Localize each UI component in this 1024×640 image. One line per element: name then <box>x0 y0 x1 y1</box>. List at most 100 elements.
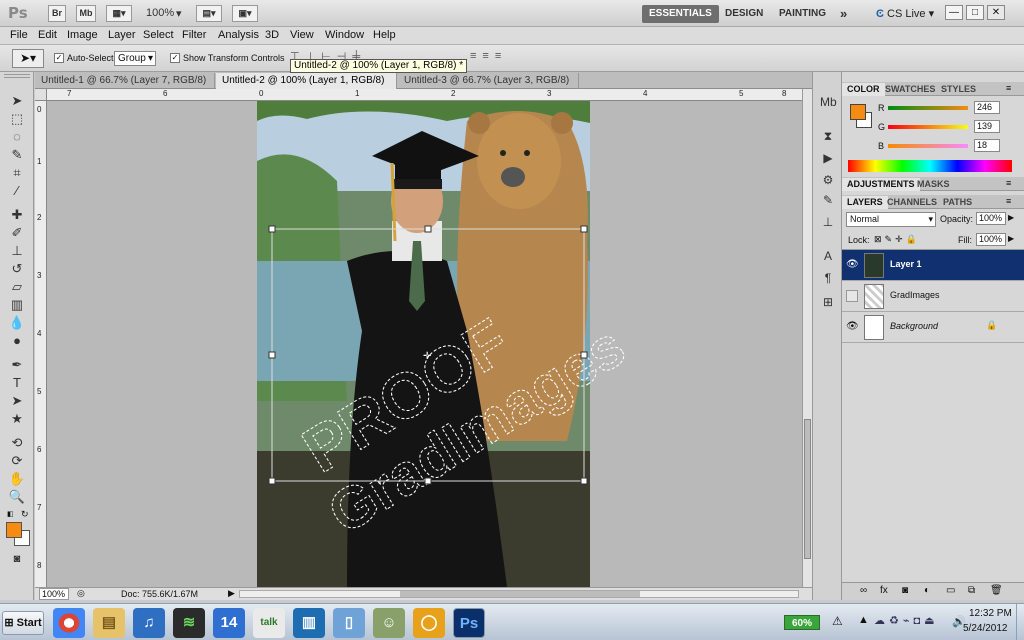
bridge-button[interactable]: Br <box>48 5 66 22</box>
tab-masks[interactable]: MASKS <box>912 178 955 191</box>
menu-help[interactable]: Help <box>373 29 396 41</box>
calendar-icon[interactable]: 14 <box>213 608 245 638</box>
adjustment-layer-icon[interactable]: ◐ <box>924 585 930 596</box>
horizontal-ruler[interactable]: 0 1 2 3 4 5 6 7 8 <box>47 89 802 101</box>
zoom-dropdown-icon[interactable]: ▾ <box>176 7 182 20</box>
horizontal-scrollbar[interactable] <box>239 590 799 598</box>
notes-app-icon[interactable]: ▯ <box>333 608 365 638</box>
tab-layers[interactable]: LAYERS <box>842 196 888 209</box>
panel-menu-icon[interactable]: ≡ <box>1006 196 1011 206</box>
show-hidden-icons[interactable]: ▲ <box>858 614 869 626</box>
tab-channels[interactable]: CHANNELS <box>882 196 942 209</box>
arrange-documents-button[interactable]: ▤▾ <box>196 5 222 22</box>
menu-3d[interactable]: 3D <box>265 29 279 41</box>
menu-analysis[interactable]: Analysis <box>218 29 259 41</box>
blur-tool-icon[interactable]: 💧 <box>8 314 26 332</box>
panel-menu-icon[interactable]: ≡ <box>1006 178 1011 188</box>
visibility-toggle[interactable] <box>846 290 858 302</box>
document-size[interactable]: Doc: 755.6K/1.67M <box>121 589 198 599</box>
layer-row-background[interactable]: 👁 Background 🔒 <box>842 312 1024 343</box>
history-brush-tool-icon[interactable]: ↺ <box>8 260 26 278</box>
crop-tool-icon[interactable]: ⌗ <box>8 164 26 182</box>
maximize-button[interactable]: □ <box>966 5 984 20</box>
photoshop-taskbar-icon[interactable]: Ps <box>453 608 485 638</box>
norton-icon[interactable]: ◯ <box>413 608 445 638</box>
dodge-tool-icon[interactable]: ● <box>8 332 26 350</box>
tab-styles[interactable]: STYLES <box>936 83 981 96</box>
opacity-field[interactable]: 100% <box>976 212 1006 225</box>
tab-untitled-2[interactable]: Untitled-2 @ 100% (Layer 1, RGB/8) *⊠ <box>216 73 397 101</box>
file-explorer-icon[interactable]: ▤ <box>93 608 125 638</box>
mini-bridge-icon[interactable]: Mb <box>820 94 837 110</box>
distribute-buttons-group[interactable]: ≡≡≡ <box>470 50 560 64</box>
status-icon[interactable]: ◎ <box>77 588 85 599</box>
start-button[interactable]: ⊞ Start <box>2 611 44 635</box>
more-workspaces-button[interactable]: » <box>833 5 854 23</box>
menu-filter[interactable]: Filter <box>182 29 206 41</box>
swap-colors-icon[interactable]: ↻ <box>21 509 29 520</box>
menu-window[interactable]: Window <box>325 29 364 41</box>
layer-row-gradimages[interactable]: GradImages <box>842 281 1024 312</box>
tool-presets-icon[interactable]: ⚙ <box>820 172 836 188</box>
layer-name[interactable]: GradImages <box>890 290 940 300</box>
screen-mode-button[interactable]: ▣▾ <box>232 5 258 22</box>
layer-style-icon[interactable]: fx <box>880 585 888 596</box>
pen-tool-icon[interactable]: ✒ <box>8 356 26 374</box>
tool-preset-picker[interactable]: ➤▾ <box>12 49 44 68</box>
menu-file[interactable]: File <box>10 29 28 41</box>
new-layer-icon[interactable]: ⧉ <box>968 585 975 596</box>
blend-mode-dropdown[interactable]: Normal ▾ <box>846 212 936 227</box>
opacity-slider-icon[interactable]: ▶ <box>1008 213 1014 222</box>
show-transform-checkbox[interactable]: ✓ <box>170 53 180 63</box>
google-talk-icon[interactable]: talk <box>253 608 285 638</box>
status-menu-icon[interactable]: ▶ <box>228 588 235 599</box>
clone-stamp-tool-icon[interactable]: ⊥ <box>8 242 26 260</box>
layer-row-layer-1[interactable]: 👁 Layer 1 <box>842 250 1024 281</box>
workspace-painting[interactable]: PAINTING <box>772 5 833 23</box>
path-selection-tool-icon[interactable]: ➤ <box>8 392 26 410</box>
transform-handle[interactable] <box>268 225 276 233</box>
horizontal-scroll-thumb[interactable] <box>400 591 640 597</box>
quick-select-tool-icon[interactable]: ✎ <box>8 146 26 164</box>
zoom-field[interactable]: 100% <box>39 588 69 600</box>
transform-handle[interactable] <box>580 351 588 359</box>
transform-handle[interactable] <box>580 225 588 233</box>
clock-date[interactable]: 5/24/2012 <box>963 623 1008 634</box>
move-tool-icon[interactable]: ➤ <box>8 92 26 110</box>
tools-grip[interactable] <box>4 74 30 78</box>
color-foreground-swatch[interactable] <box>850 104 866 120</box>
menu-view[interactable]: View <box>290 29 314 41</box>
g-value[interactable]: 139 <box>974 120 1000 133</box>
shape-tool-icon[interactable]: ★ <box>8 410 26 428</box>
ruler-origin[interactable] <box>35 89 47 101</box>
eye-icon[interactable]: 👁 <box>846 259 859 271</box>
tab-untitled-1[interactable]: Untitled-1 @ 66.7% (Layer 7, RGB/8) *⊠ <box>35 73 215 101</box>
menu-layer[interactable]: Layer <box>108 29 136 41</box>
brush-presets-icon[interactable]: ✎ <box>820 192 836 208</box>
contacts-icon[interactable]: ☺ <box>373 608 405 638</box>
show-desktop-button[interactable] <box>1016 604 1024 640</box>
lasso-tool-icon[interactable]: ◌ <box>8 128 26 146</box>
tab-adjustments[interactable]: ADJUSTMENTS <box>842 178 920 191</box>
spotify-icon[interactable]: ≋ <box>173 608 205 638</box>
tab-paths[interactable]: PATHS <box>938 196 977 209</box>
tab-swatches[interactable]: SWATCHES <box>880 83 940 96</box>
layer-name[interactable]: Layer 1 <box>890 259 922 269</box>
color-ramp[interactable] <box>848 160 1012 172</box>
delete-layer-icon[interactable]: 🗑 <box>990 585 1003 596</box>
zoom-tool-icon[interactable]: 🔍 <box>8 488 26 506</box>
paragraph-icon[interactable]: ¶ <box>820 270 836 286</box>
transform-handle[interactable] <box>424 225 432 233</box>
tab-untitled-3[interactable]: Untitled-3 @ 66.7% (Layer 3, RGB/8) *⊠ <box>398 73 579 101</box>
new-group-icon[interactable]: ▭ <box>946 585 955 596</box>
lock-icons[interactable]: ⊠✎✛🔒 <box>874 234 920 245</box>
quick-mask-icon[interactable]: ◙ <box>8 550 26 568</box>
layer-name[interactable]: Background <box>890 321 938 331</box>
transform-handle[interactable] <box>580 477 588 485</box>
menu-image[interactable]: Image <box>67 29 98 41</box>
fill-field[interactable]: 100% <box>976 233 1006 246</box>
b-value[interactable]: 18 <box>974 139 1000 152</box>
auto-select-checkbox[interactable]: ✓ <box>54 53 64 63</box>
eyedropper-tool-icon[interactable]: ⁄ <box>8 182 26 200</box>
eraser-tool-icon[interactable]: ▱ <box>8 278 26 296</box>
